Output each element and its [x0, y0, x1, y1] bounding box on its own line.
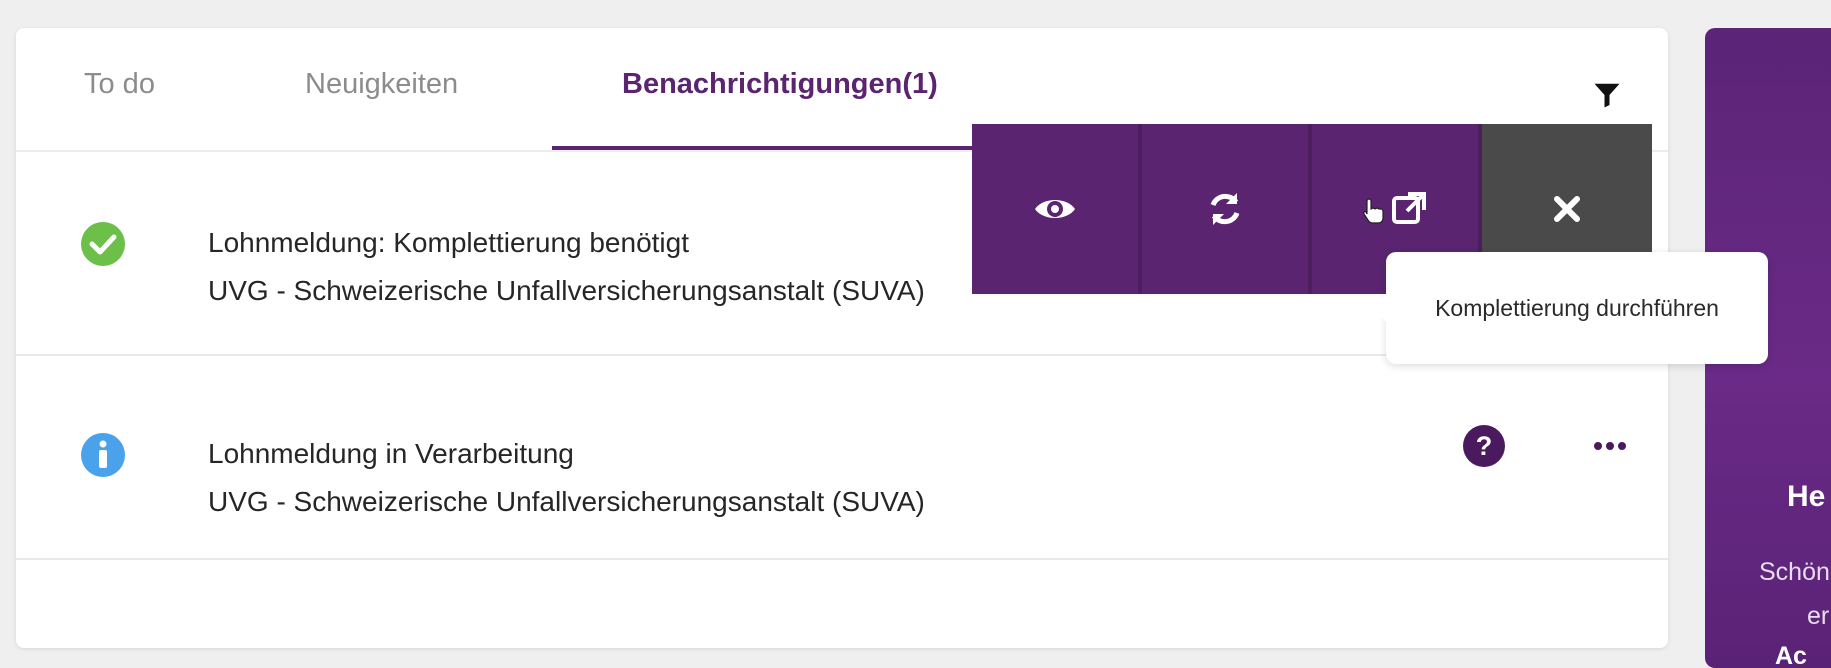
- tab-todo[interactable]: To do: [84, 68, 155, 101]
- side-panel-text: Schön: [1759, 558, 1830, 586]
- info-circle-icon: [81, 433, 125, 477]
- external-link-icon: [1392, 192, 1426, 224]
- notification-subtitle: UVG - Schweizerische Unfallversicherungs…: [208, 275, 925, 306]
- side-panel-text: er: [1807, 602, 1830, 630]
- tooltip-arrow: [1372, 294, 1386, 322]
- svg-text:?: ?: [1476, 431, 1493, 461]
- tab-notifications[interactable]: Benachrichtigungen(1): [622, 68, 938, 101]
- side-panel-link[interactable]: Ac: [1775, 642, 1807, 668]
- tooltip: Komplettierung durchführen: [1372, 252, 1768, 364]
- pointer-cursor-icon: [1363, 198, 1384, 224]
- notification-text: Lohnmeldung: Komplettierung benötigt UVG…: [208, 219, 925, 315]
- help-icon[interactable]: ?: [1462, 424, 1506, 468]
- notification-row[interactable]: Lohnmeldung in Verarbeitung UVG - Schwei…: [16, 356, 1668, 560]
- close-icon: [1554, 196, 1580, 222]
- eye-icon: [1035, 200, 1075, 218]
- refresh-button[interactable]: [1142, 124, 1312, 294]
- notification-title: Lohnmeldung in Verarbeitung: [208, 438, 574, 469]
- refresh-icon: [1210, 193, 1240, 225]
- tab-news[interactable]: Neuigkeiten: [305, 68, 458, 101]
- view-button[interactable]: [972, 124, 1142, 294]
- side-panel-title: He: [1787, 480, 1826, 513]
- notification-subtitle: UVG - Schweizerische Unfallversicherungs…: [208, 486, 925, 517]
- notification-title: Lohnmeldung: Komplettierung benötigt: [208, 227, 690, 258]
- more-options-icon[interactable]: [1592, 436, 1628, 456]
- check-circle-icon: [81, 222, 125, 266]
- tooltip-text: Komplettierung durchführen: [1435, 294, 1719, 321]
- filter-icon[interactable]: [1592, 80, 1622, 110]
- notification-text: Lohnmeldung in Verarbeitung UVG - Schwei…: [208, 430, 925, 526]
